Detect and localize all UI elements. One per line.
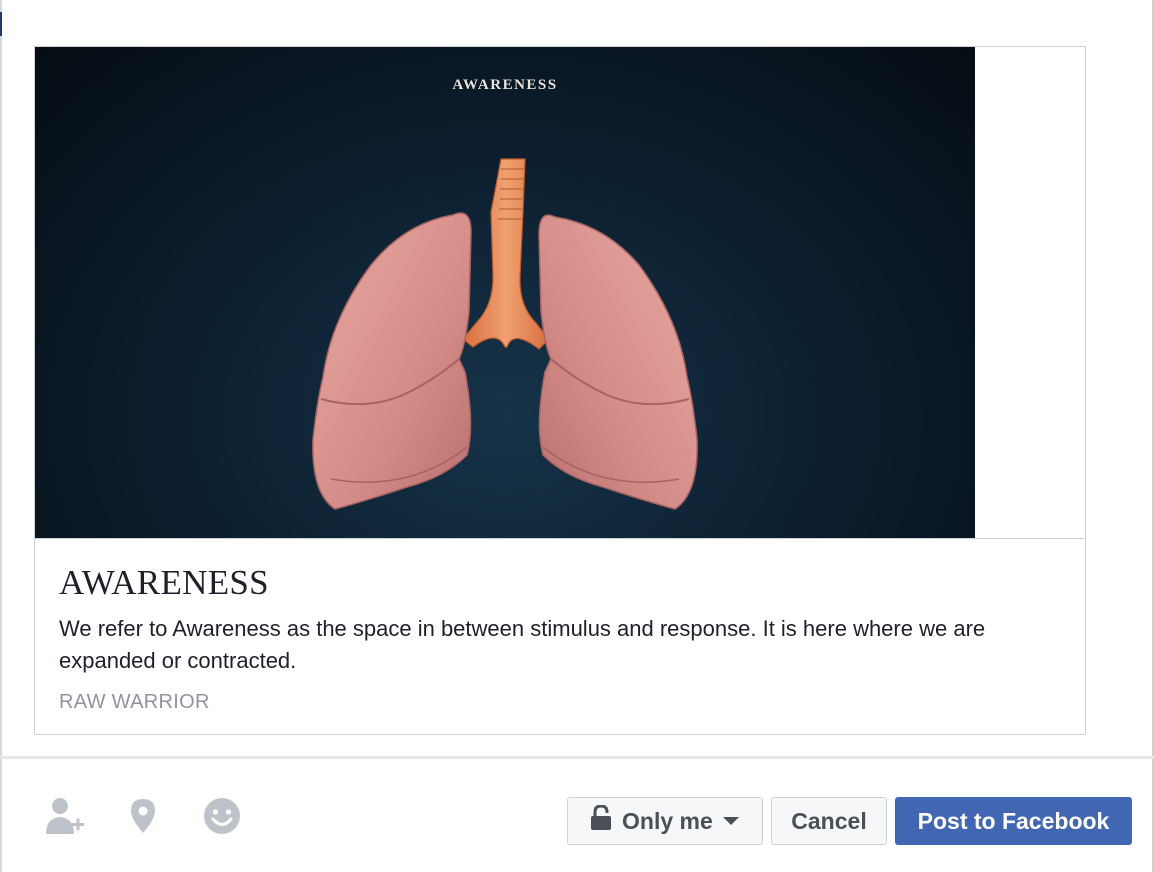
background-edge-mark <box>0 12 2 36</box>
lungs-illustration <box>312 158 698 510</box>
post-to-facebook-button[interactable]: Post to Facebook <box>895 797 1132 845</box>
image-divider <box>35 538 1085 539</box>
lock-icon <box>590 804 612 837</box>
link-preview-card[interactable]: AWARENESS AWARENESS We refer to Awarenes… <box>34 46 1086 735</box>
background-edge-left <box>0 0 2 872</box>
tag-friends-button[interactable] <box>42 796 86 840</box>
check-in-button[interactable] <box>121 796 165 840</box>
preview-description: We refer to Awareness as the space in be… <box>59 616 986 673</box>
audience-label: Only me <box>622 807 713 834</box>
footer-divider <box>0 756 1154 759</box>
tag-friends-icon <box>42 796 86 841</box>
cancel-button[interactable]: Cancel <box>771 797 887 845</box>
chevron-down-icon <box>722 817 739 825</box>
preview-image[interactable]: AWARENESS <box>35 47 975 538</box>
preview-domain: RAW WARRIOR <box>59 691 210 713</box>
location-pin-icon <box>128 797 158 840</box>
feeling-emoji-icon <box>202 796 242 841</box>
audience-selector-button[interactable]: Only me <box>567 797 763 845</box>
preview-title[interactable]: AWARENESS <box>59 563 269 603</box>
feeling-button[interactable] <box>200 796 244 840</box>
